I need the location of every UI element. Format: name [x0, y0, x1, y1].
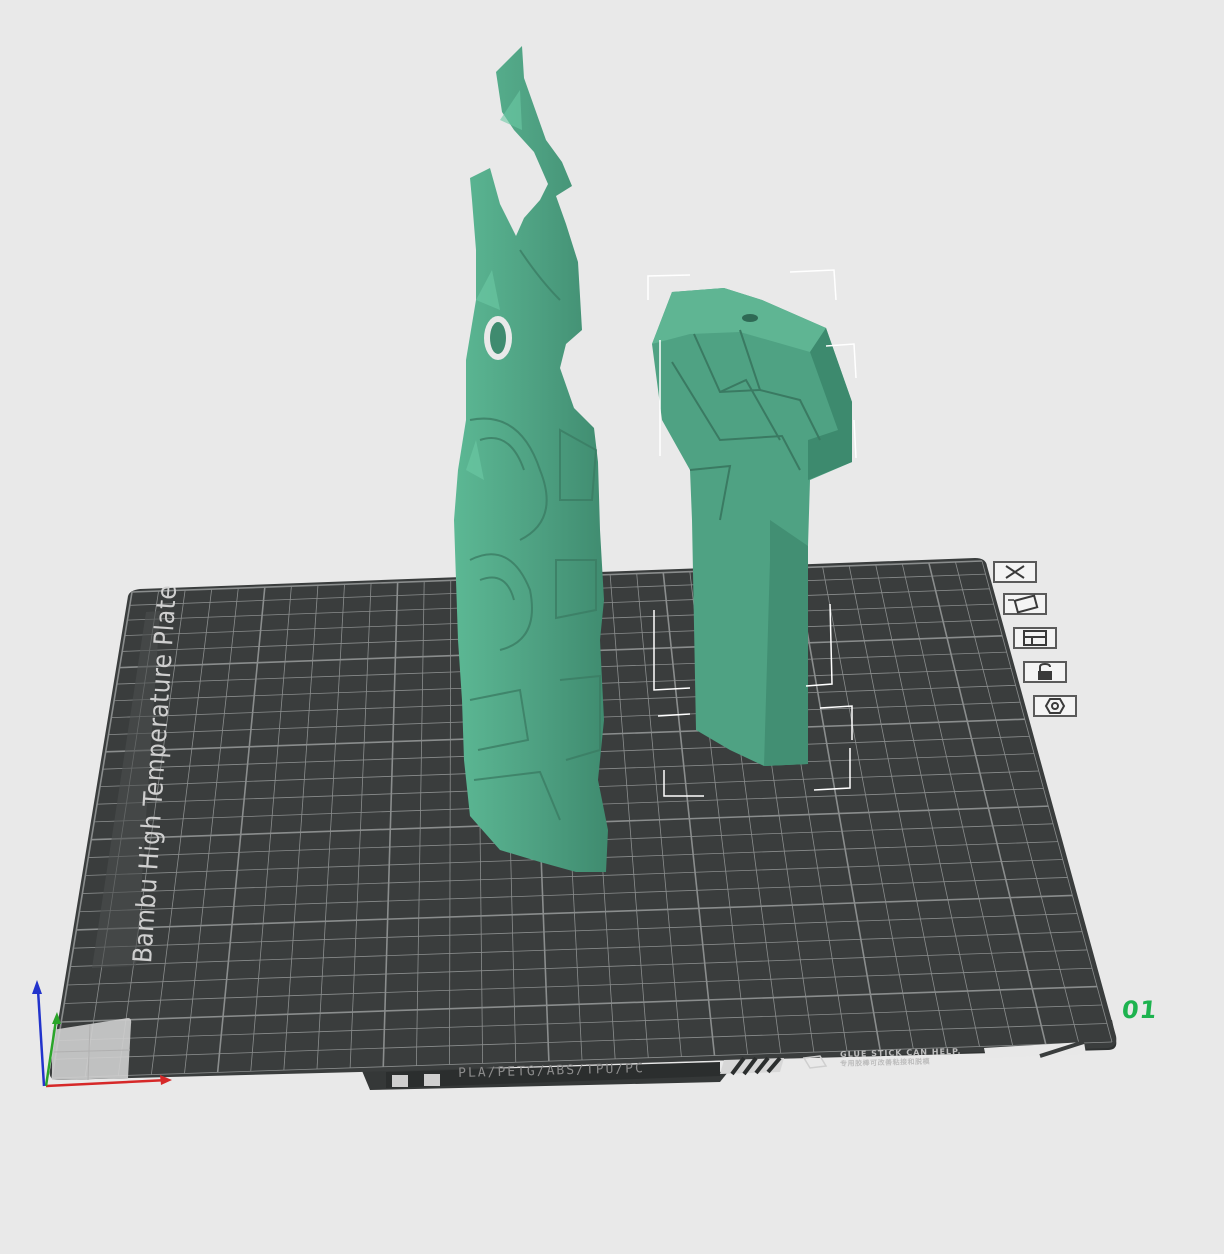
remove-plate-icon[interactable] — [990, 560, 1040, 584]
plate-layout-icon[interactable] — [1010, 626, 1060, 650]
filament-icon-a — [392, 1075, 408, 1087]
auto-arrange-icon[interactable] — [1000, 592, 1050, 616]
plate-settings-icon[interactable] — [1030, 694, 1080, 718]
filament-icon-b — [424, 1074, 440, 1086]
lock-plate-icon[interactable] — [1020, 660, 1070, 684]
plate-number[interactable]: 01 — [1121, 996, 1159, 1024]
model-flame-part[interactable] — [454, 46, 608, 872]
